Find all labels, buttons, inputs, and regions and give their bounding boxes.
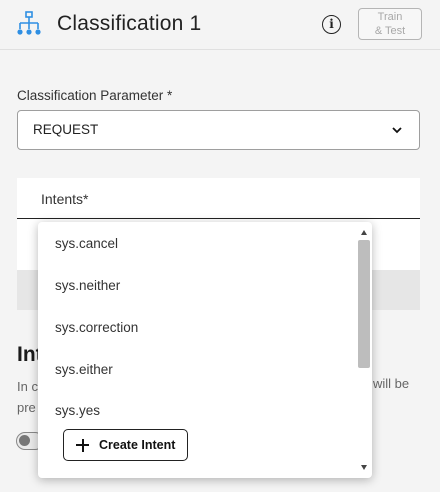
page-title: Classification 1	[57, 12, 202, 35]
dropdown-scrollbar[interactable]	[356, 222, 372, 478]
header-bar: Classification 1 i Train & Test	[0, 0, 440, 50]
section-text-right: will be	[373, 376, 410, 391]
scroll-down-icon[interactable]	[361, 465, 367, 470]
chevron-down-icon	[392, 127, 402, 134]
train-button-line1: Train	[377, 11, 403, 23]
plus-icon	[76, 438, 89, 452]
intents-dropdown: sys.cancel sys.neither sys.correction sy…	[38, 222, 372, 478]
classification-parameter-select[interactable]: REQUEST	[17, 110, 420, 150]
section-text-line1: In c	[17, 379, 38, 394]
scroll-thumb[interactable]	[358, 240, 370, 368]
info-icon[interactable]: i	[322, 15, 341, 34]
intents-label: Intents*	[41, 191, 89, 207]
train-button-line2: & Test	[374, 25, 406, 37]
intents-input[interactable]: Intents*	[17, 178, 420, 219]
section-text-line2: pre	[17, 400, 36, 415]
toggle-knob	[19, 435, 30, 446]
classification-parameter-label: Classification Parameter *	[17, 88, 173, 103]
option-sys-neither[interactable]: sys.neither	[55, 278, 120, 293]
option-sys-either[interactable]: sys.either	[55, 362, 113, 377]
create-intent-button[interactable]: Create Intent	[63, 429, 188, 461]
classification-parameter-value: REQUEST	[33, 122, 99, 137]
train-and-test-button[interactable]: Train & Test	[358, 8, 422, 40]
tree-structure-icon	[17, 11, 41, 35]
option-sys-cancel[interactable]: sys.cancel	[55, 236, 118, 251]
section-description: In c pre	[17, 376, 38, 418]
option-sys-correction[interactable]: sys.correction	[55, 320, 138, 335]
create-intent-label: Create Intent	[99, 438, 176, 452]
option-sys-yes[interactable]: sys.yes	[55, 403, 100, 418]
scroll-up-icon[interactable]	[361, 230, 367, 235]
